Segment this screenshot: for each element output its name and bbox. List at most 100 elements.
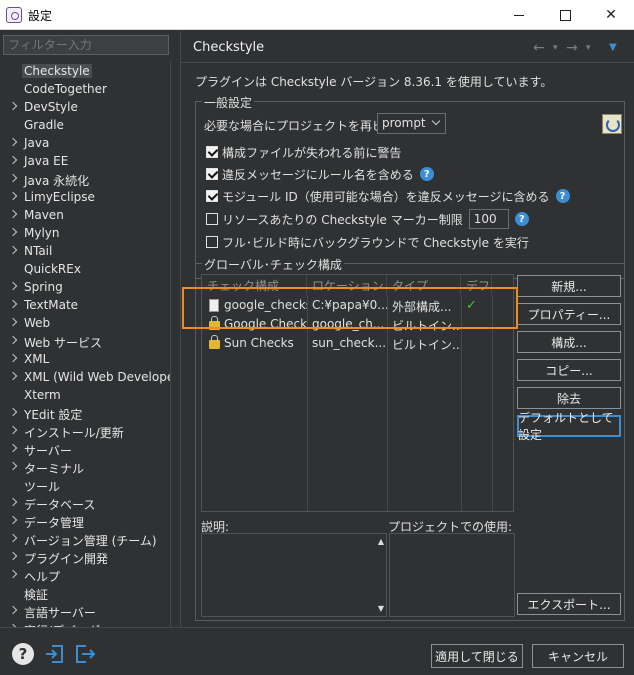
column-header[interactable]: デフ... (461, 275, 492, 295)
tree-item[interactable]: YEdit 設定 (0, 405, 168, 423)
tree-item[interactable]: QuickREx (0, 261, 168, 279)
table-row[interactable]: Google Checks google_ch... ビルトイン... (202, 315, 513, 334)
minimize-button[interactable] (496, 0, 542, 30)
forward-arrow-icon[interactable]: → (566, 40, 578, 56)
table-row[interactable]: google_checks C:¥papa¥0... 外部構成... ✓ (202, 296, 513, 315)
option-checkbox[interactable] (206, 190, 218, 202)
help-icon[interactable]: ? (514, 212, 529, 226)
tree-item[interactable]: プラグイン開発 (0, 549, 168, 567)
option-checkbox[interactable] (206, 146, 218, 158)
chevron-right-icon[interactable] (8, 281, 18, 291)
copy-button[interactable]: コピー... (517, 359, 621, 381)
back-arrow-icon[interactable]: ← (533, 40, 545, 56)
tree-item[interactable]: LimyEclipse (0, 189, 168, 207)
description-text[interactable]: ▲ ▼ (201, 533, 387, 617)
tree-item[interactable]: バージョン管理 (チーム) (0, 531, 168, 549)
apply-close-button[interactable]: 適用して閉じる (431, 644, 523, 668)
remove-button[interactable]: 除去 (517, 387, 621, 409)
chevron-right-icon[interactable] (8, 497, 18, 507)
chevron-right-icon[interactable] (8, 515, 18, 525)
back-dropdown-icon[interactable]: ▾ (553, 43, 558, 53)
chevron-right-icon[interactable] (8, 605, 18, 615)
tree-scrollbar[interactable] (170, 61, 180, 627)
tree-item[interactable]: Xterm (0, 387, 168, 405)
chevron-right-icon[interactable] (8, 425, 18, 435)
chevron-right-icon[interactable] (8, 407, 18, 417)
marker-limit-input[interactable]: 100 (468, 209, 509, 229)
chevron-right-icon[interactable] (8, 191, 18, 201)
option-checkbox[interactable] (206, 236, 218, 248)
chevron-right-icon[interactable] (8, 317, 18, 327)
chevron-right-icon[interactable] (8, 101, 18, 111)
refresh-icon[interactable] (602, 114, 622, 134)
chevron-right-icon[interactable] (8, 551, 18, 561)
set-default-button[interactable]: デフォルトとして設定 (517, 411, 621, 442)
tree-item[interactable]: Maven (0, 207, 168, 225)
tree-item[interactable]: Checkstyle (0, 63, 168, 81)
help-icon[interactable]: ? (555, 189, 570, 203)
tree-item[interactable]: Web サービス (0, 333, 168, 351)
tree-item[interactable]: Java (0, 135, 168, 153)
import-icon[interactable] (44, 643, 66, 665)
forward-dropdown-icon[interactable]: ▾ (586, 43, 591, 53)
chevron-right-icon[interactable] (8, 173, 18, 183)
chevron-right-icon[interactable] (8, 335, 18, 345)
tree-item[interactable]: Java 永続化 (0, 171, 168, 189)
column-header[interactable]: ロケーション (307, 275, 387, 295)
option-checkbox[interactable] (206, 168, 218, 180)
tree-item[interactable]: 言語サーバー (0, 603, 168, 621)
tree-item[interactable]: Spring (0, 279, 168, 297)
tree-item[interactable]: NTail (0, 243, 168, 261)
project-usage-list[interactable] (389, 533, 515, 617)
tree-item[interactable]: 検証 (0, 585, 168, 603)
chevron-right-icon[interactable] (8, 461, 18, 471)
configure-button[interactable]: 構成... (517, 331, 621, 353)
tree-item[interactable]: ヘルプ (0, 567, 168, 585)
chevron-right-icon[interactable] (8, 137, 18, 147)
tree-item[interactable]: インストール/更新 (0, 423, 168, 441)
view-menu-icon[interactable]: ▼ (609, 42, 617, 53)
scroll-down-icon[interactable]: ▼ (378, 604, 384, 613)
column-header[interactable]: タイプ (387, 275, 461, 295)
tree-item[interactable]: Web (0, 315, 168, 333)
tree-item[interactable]: データベース (0, 495, 168, 513)
tree-item[interactable]: ツール (0, 477, 168, 495)
tree-item[interactable]: XML (Wild Web Developer (0, 369, 170, 387)
tree-item[interactable]: Java EE (0, 153, 168, 171)
scroll-up-icon[interactable]: ▲ (378, 537, 384, 546)
chevron-right-icon[interactable] (8, 299, 18, 309)
tree-item[interactable]: DevStyle (0, 99, 168, 117)
tree-item[interactable]: Mylyn (0, 225, 168, 243)
cancel-button[interactable]: キャンセル (532, 644, 624, 668)
tree-item[interactable]: データ管理 (0, 513, 168, 531)
chevron-right-icon[interactable] (8, 245, 18, 255)
tree-item[interactable]: サーバー (0, 441, 168, 459)
tree-item[interactable]: ターミナル (0, 459, 168, 477)
help-icon[interactable]: ? (12, 643, 34, 665)
help-icon[interactable]: ? (419, 167, 434, 181)
chevron-right-icon[interactable] (8, 209, 18, 219)
tree-item[interactable]: TextMate (0, 297, 168, 315)
tree-item[interactable]: Gradle (0, 117, 168, 135)
maximize-button[interactable] (542, 0, 588, 30)
properties-button[interactable]: プロパティー... (517, 303, 621, 325)
chevron-right-icon[interactable] (8, 533, 18, 543)
new-button[interactable]: 新規... (517, 275, 621, 297)
option-checkbox[interactable] (206, 213, 218, 225)
close-button[interactable]: ✕ (588, 0, 634, 30)
export-icon[interactable] (74, 643, 96, 665)
column-header[interactable]: チェック構成 (202, 275, 307, 295)
chevron-right-icon[interactable] (8, 353, 18, 363)
rebuild-select[interactable]: prompt (377, 113, 446, 134)
chevron-right-icon[interactable] (8, 569, 18, 579)
check-config-table[interactable]: チェック構成ロケーションタイプデフ... google_checks C:¥pap… (201, 274, 514, 512)
chevron-right-icon[interactable] (8, 371, 18, 381)
chevron-right-icon[interactable] (8, 227, 18, 237)
filter-input[interactable] (3, 35, 169, 55)
table-row[interactable]: Sun Checks sun_check... ビルトイン... (202, 334, 513, 353)
chevron-right-icon[interactable] (8, 155, 18, 165)
chevron-right-icon[interactable] (8, 443, 18, 453)
export-button[interactable]: エクスポート... (517, 593, 621, 615)
tree-item[interactable]: XML (0, 351, 168, 369)
tree-item[interactable]: CodeTogether (0, 81, 168, 99)
